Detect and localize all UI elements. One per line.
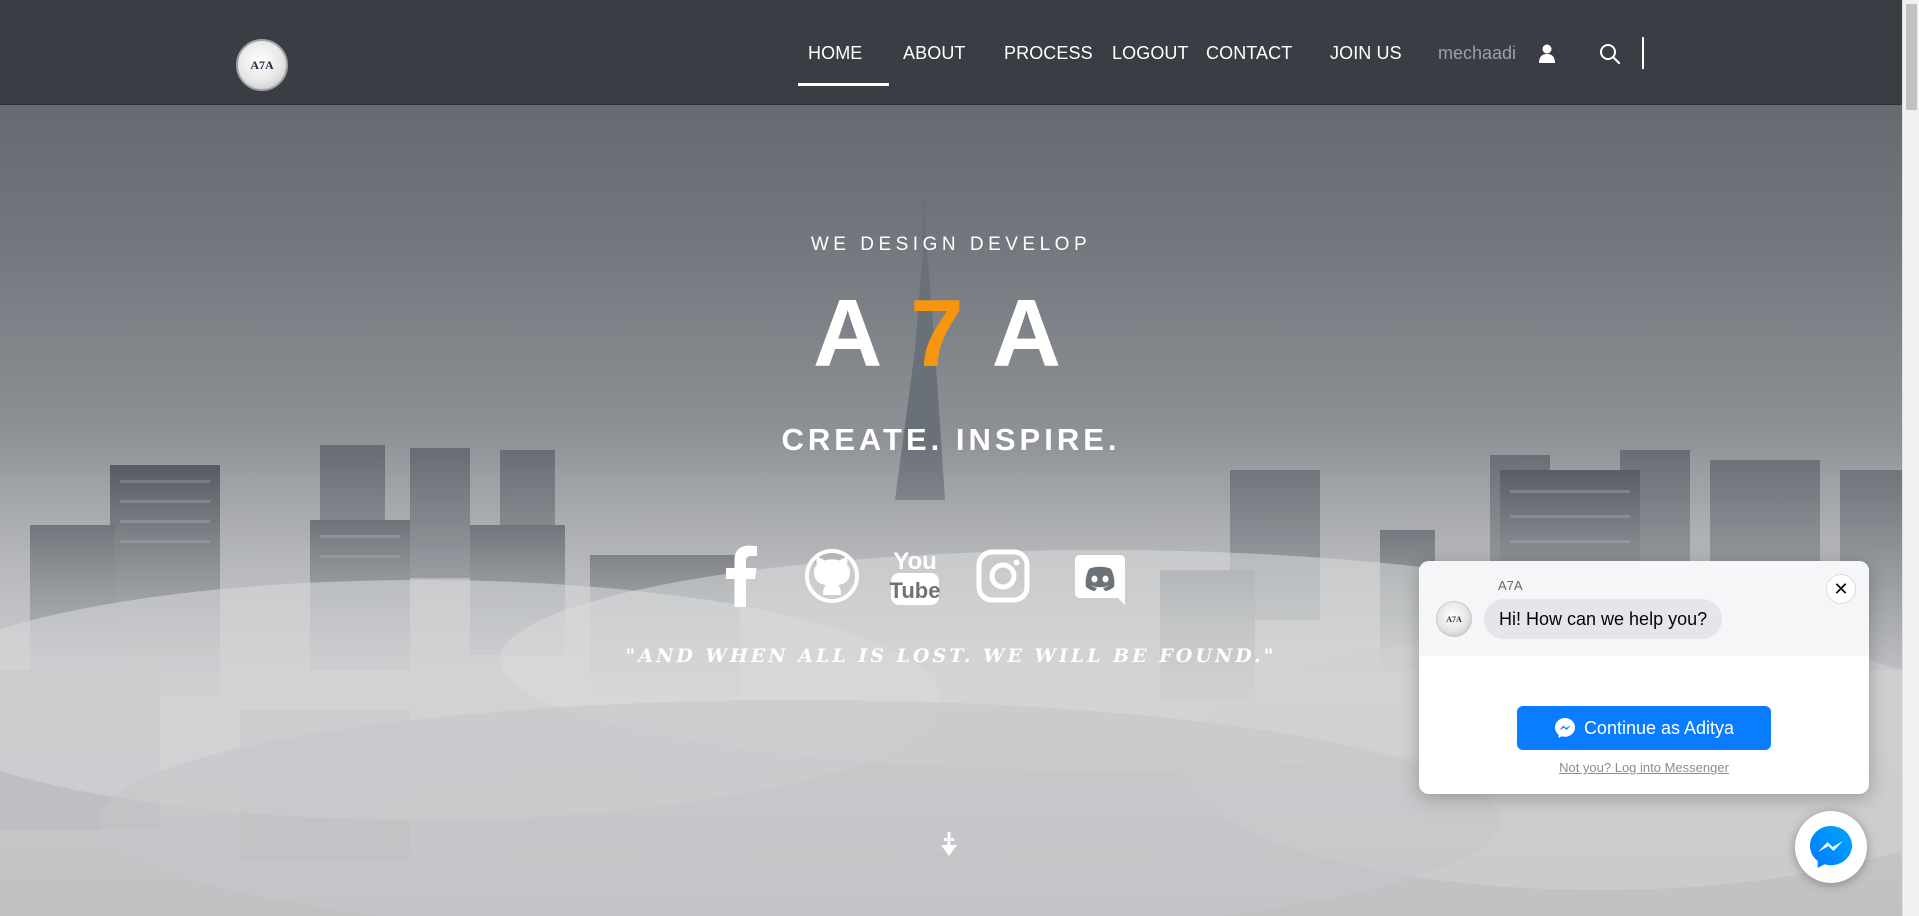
nav-active-indicator	[798, 83, 889, 86]
nav-join-us[interactable]: JOIN US	[1330, 43, 1402, 64]
chat-message-bubble: Hi! How can we help you?	[1484, 599, 1723, 639]
brand-letter-a-2: A	[991, 280, 1090, 387]
continue-as-label: Continue as Aditya	[1583, 717, 1735, 738]
page-scrollbar[interactable]	[1902, 0, 1919, 916]
nav-divider	[1642, 37, 1644, 69]
youtube-icon[interactable]: You Tube	[888, 545, 942, 607]
chat-header: A7A A7A Hi! How can we help you? ✕	[1419, 561, 1869, 656]
chat-avatar-text: A7A	[1446, 614, 1462, 624]
hero-tagline: CREATE. INSPIRE.	[781, 422, 1121, 457]
svg-text:You: You	[893, 548, 937, 575]
social-links: You Tube	[726, 545, 1186, 607]
facebook-icon[interactable]	[726, 545, 758, 607]
chat-avatar: A7A	[1436, 601, 1472, 637]
nav-contact[interactable]: CONTACT	[1206, 43, 1292, 64]
user-icon[interactable]	[1537, 43, 1557, 63]
navbar: A7A HOME ABOUT PROCESS LOGOUT CONTACT JO…	[0, 0, 1902, 105]
logo-text: A7A	[250, 57, 274, 72]
nav-logout[interactable]: LOGOUT	[1112, 43, 1189, 64]
scroll-down-icon[interactable]	[938, 832, 960, 858]
svg-text:Tube: Tube	[890, 578, 941, 603]
nav-process[interactable]: PROCESS	[1004, 43, 1093, 64]
messenger-icon	[1554, 718, 1575, 738]
brand-accent-seven: 7	[910, 280, 992, 387]
username-label[interactable]: mechaadi	[1438, 43, 1516, 64]
messenger-fab-icon	[1810, 826, 1852, 868]
github-icon[interactable]	[803, 545, 861, 607]
hero-brand: A7A	[0, 286, 1902, 382]
messenger-launcher-button[interactable]	[1795, 811, 1867, 883]
chat-close-button[interactable]: ✕	[1826, 574, 1856, 604]
nav-home[interactable]: HOME	[808, 43, 862, 64]
continue-as-button[interactable]: Continue as Aditya	[1517, 706, 1771, 750]
chat-sender-name: A7A	[1498, 578, 1523, 593]
log-into-messenger-link[interactable]: Not you? Log into Messenger	[1419, 760, 1869, 775]
messenger-chat-popup: A7A A7A Hi! How can we help you? ✕ Conti…	[1419, 561, 1869, 794]
instagram-icon[interactable]	[975, 545, 1031, 607]
brand-letter-a: A	[812, 280, 911, 387]
site-logo[interactable]: A7A	[236, 39, 288, 91]
hero-kicker: WE DESIGN DEVELOP	[810, 234, 1092, 255]
scrollbar-thumb[interactable]	[1906, 4, 1917, 110]
discord-icon[interactable]	[1074, 545, 1126, 607]
nav-about[interactable]: ABOUT	[903, 43, 966, 64]
search-icon[interactable]	[1599, 43, 1621, 65]
